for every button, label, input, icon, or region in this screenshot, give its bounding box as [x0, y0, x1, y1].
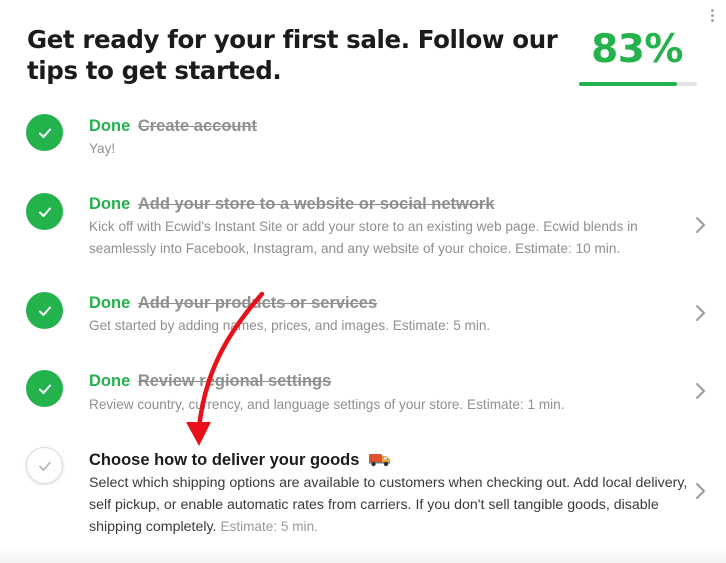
- step-name: Choose how to deliver your goods: [89, 451, 360, 469]
- step-title: Choose how to deliver your goods: [89, 449, 391, 471]
- more-options-icon[interactable]: [707, 9, 717, 29]
- step-description: Kick off with Ecwid's Instant Site or ad…: [89, 219, 638, 256]
- step-description: Yay!: [89, 141, 116, 156]
- done-label: Done: [89, 117, 131, 135]
- chevron-right-icon[interactable]: [692, 303, 708, 323]
- scroll-fade: [0, 548, 726, 563]
- step-description: Select which shipping options are availa…: [89, 472, 689, 538]
- chevron-right-icon[interactable]: [692, 381, 708, 401]
- step-description: Review country, currency, and language s…: [89, 397, 565, 412]
- check-pending-icon: [26, 447, 63, 484]
- step-title: Done Add your products or services: [89, 292, 377, 314]
- check-done-icon: [26, 292, 63, 329]
- check-done-icon: [26, 370, 63, 407]
- done-label: Done: [89, 372, 131, 390]
- check-done-icon: [26, 193, 63, 230]
- progress-indicator: 83%: [578, 28, 700, 88]
- progress-bar: [579, 82, 697, 86]
- step-estimate: Estimate: 5 min.: [220, 519, 318, 534]
- step-title: Done Review regional settings: [89, 370, 331, 392]
- progress-percent: 83%: [591, 27, 683, 72]
- done-label: Done: [89, 195, 131, 213]
- check-done-icon: [26, 114, 63, 151]
- chevron-right-icon[interactable]: [692, 215, 708, 235]
- progress-bar-fill: [579, 82, 677, 86]
- delivery-truck-icon: [369, 451, 391, 467]
- chevron-right-icon[interactable]: [692, 481, 708, 501]
- step-name: Review regional settings: [137, 372, 332, 390]
- step-title: Done Create account: [89, 115, 257, 137]
- step-name: Add your products or services: [137, 294, 378, 312]
- done-label: Done: [89, 294, 131, 312]
- step-name: Add your store to a website or social ne…: [137, 195, 495, 213]
- step-title: Done Add your store to a website or soci…: [89, 193, 495, 215]
- step-name: Create account: [137, 117, 258, 135]
- step-description-text: Select which shipping options are availa…: [89, 475, 688, 535]
- page-title: Get ready for your first sale. Follow ou…: [27, 25, 558, 85]
- step-description: Get started by adding names, prices, and…: [89, 318, 491, 333]
